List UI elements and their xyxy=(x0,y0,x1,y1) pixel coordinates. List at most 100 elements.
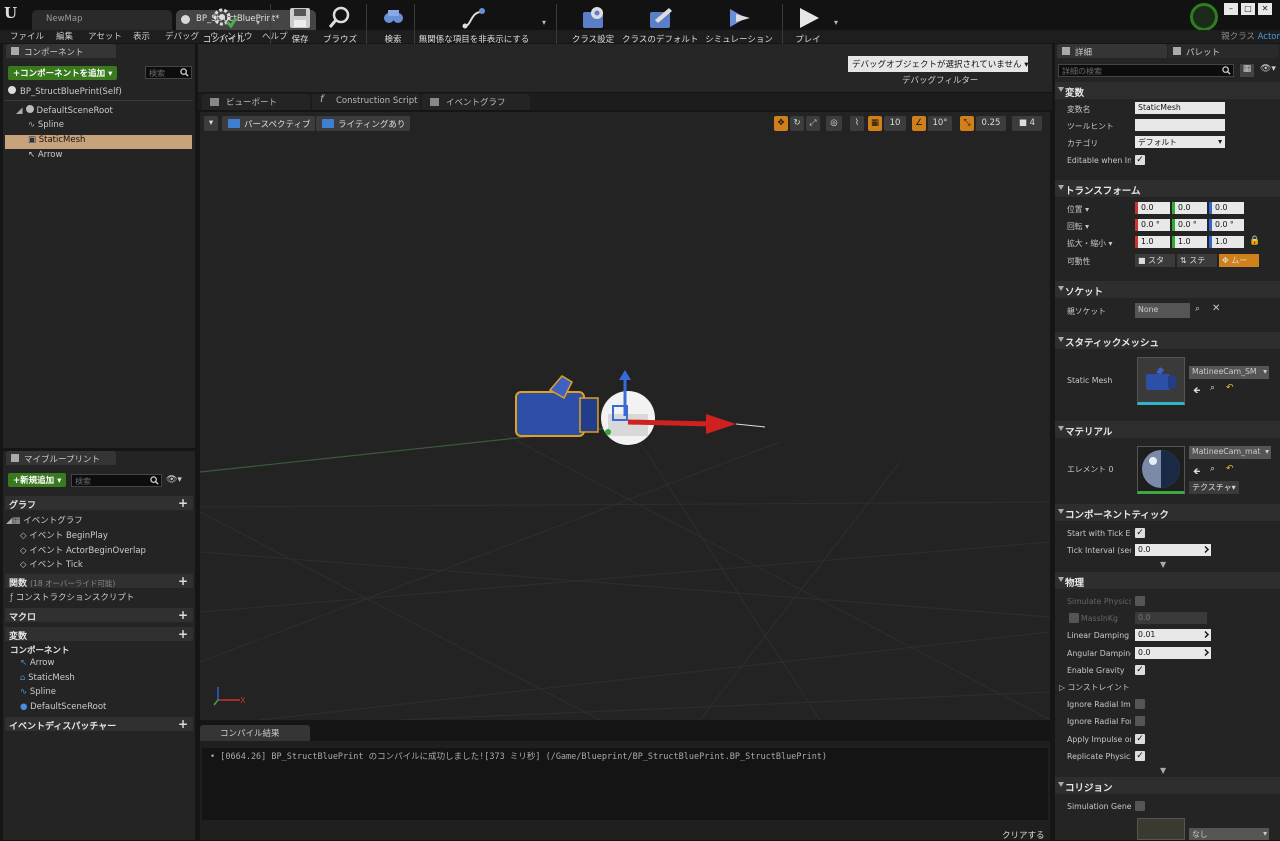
ignore-radial-force-checkbox[interactable] xyxy=(1135,716,1145,726)
components-tab[interactable]: コンポーネント xyxy=(6,44,116,58)
mass-override-checkbox[interactable] xyxy=(1069,613,1079,623)
editable-checkbox[interactable]: ✓ xyxy=(1135,155,1145,165)
hide-unrelated-button[interactable]: 無関係な項目を非表示にする xyxy=(418,0,530,48)
add-macro-icon[interactable]: + xyxy=(178,608,188,622)
menu-debug[interactable]: デバッグ xyxy=(165,30,199,42)
maximize-button[interactable]: □ xyxy=(1241,3,1255,15)
section-macros[interactable]: マクロ + xyxy=(5,608,193,623)
use-selected-icon[interactable]: 🡸 xyxy=(1193,464,1200,480)
mobility-stationary[interactable]: ⇅ ステ xyxy=(1177,254,1217,267)
static-mesh-thumbnail[interactable] xyxy=(1137,357,1185,405)
tooltip-field[interactable] xyxy=(1135,119,1225,131)
source-control-icon[interactable] xyxy=(1190,3,1218,31)
section-transform[interactable]: トランスフォーム xyxy=(1055,180,1280,197)
details-search-input[interactable]: 詳細の検索 xyxy=(1058,64,1234,77)
angular-damping-field[interactable]: 0.0 xyxy=(1135,647,1211,659)
play-options-dropdown[interactable]: ▾ xyxy=(834,18,838,27)
expand-advanced-icon[interactable]: ▼ xyxy=(1160,560,1166,569)
parent-socket-field[interactable]: None xyxy=(1135,303,1190,318)
section-collision[interactable]: コリジョン xyxy=(1055,777,1280,794)
section-event-dispatchers[interactable]: イベントディスパッチャー + xyxy=(5,717,193,732)
texture-dropdown[interactable]: テクスチャ▾ xyxy=(1189,481,1239,494)
location-y[interactable]: 0.0 xyxy=(1172,202,1207,214)
menu-view[interactable]: 表示 xyxy=(133,30,150,42)
rotation-snap-value[interactable]: 10° xyxy=(928,116,952,131)
blueprint-search-input[interactable]: 検索 xyxy=(71,474,162,487)
browse-asset-icon[interactable]: ⌕ xyxy=(1210,383,1215,393)
viewport[interactable]: X xyxy=(200,112,1050,720)
class-settings-button[interactable]: クラス設定 xyxy=(568,0,618,48)
add-dispatcher-icon[interactable]: + xyxy=(178,717,188,731)
static-mesh-select[interactable]: MatineeCam_SM ▾ xyxy=(1189,366,1269,379)
location-label[interactable]: 位置 ▾ xyxy=(1067,204,1131,215)
browse-socket-icon[interactable]: ⌕ xyxy=(1195,304,1200,314)
add-component-button[interactable]: +コンポーネントを追加 ▾ xyxy=(8,66,118,80)
location-x[interactable]: 0.0 xyxy=(1135,202,1170,214)
reset-icon[interactable]: ↶ xyxy=(1226,383,1234,393)
tab-newmap[interactable]: NewMap xyxy=(32,10,172,30)
start-with-tick-checkbox[interactable]: ✓ xyxy=(1135,528,1145,538)
add-graph-icon[interactable]: + xyxy=(178,496,188,510)
add-new-button[interactable]: +新規追加 ▾ xyxy=(8,473,67,487)
section-graphs[interactable]: グラフ + xyxy=(5,496,193,511)
section-functions[interactable]: 関数 (18 オーバーライド可能) + xyxy=(5,574,193,589)
apply-impulse-checkbox[interactable]: ✓ xyxy=(1135,734,1145,744)
component-item-defaultsceneroot[interactable]: ● DefaultSceneRoot xyxy=(20,702,106,712)
section-variable[interactable]: 変数 xyxy=(1055,82,1280,99)
add-variable-icon[interactable]: + xyxy=(178,627,188,641)
linear-damping-field[interactable]: 0.01 xyxy=(1135,629,1211,641)
material-select[interactable]: MatineeCam_mat ▾ xyxy=(1189,446,1271,459)
view-options-icon[interactable]: 👁▾ xyxy=(166,475,182,485)
tab-construction-script[interactable]: f Construction Script xyxy=(312,94,420,110)
expand-advanced-icon[interactable]: ▼ xyxy=(1160,766,1166,775)
tree-item-spline[interactable]: ∿ Spline xyxy=(28,120,192,134)
section-materials[interactable]: マテリアル xyxy=(1055,421,1280,438)
event-tick[interactable]: ◇ イベント Tick xyxy=(20,558,83,570)
rotation-z[interactable]: 0.0 ° xyxy=(1209,219,1244,231)
tree-item-defaultsceneroot[interactable]: ◢ DefaultSceneRoot xyxy=(16,105,192,119)
property-matrix-icon[interactable]: ▦ xyxy=(1240,64,1254,77)
location-z[interactable]: 0.0 xyxy=(1209,202,1244,214)
section-variables[interactable]: 変数 + xyxy=(5,627,193,642)
tab-event-graph[interactable]: イベントグラフ xyxy=(422,94,530,110)
tab-details[interactable]: 詳細 xyxy=(1057,44,1167,58)
play-button[interactable]: プレイ xyxy=(788,0,828,48)
compile-options-dropdown[interactable]: ▾ xyxy=(256,18,260,27)
use-selected-icon[interactable]: 🡸 xyxy=(1193,383,1200,399)
perspective-button[interactable]: パースペクティブ xyxy=(222,116,316,131)
rotation-label[interactable]: 回転 ▾ xyxy=(1067,221,1131,232)
close-button[interactable]: ✕ xyxy=(1258,3,1272,15)
tab-viewport[interactable]: ビューポート xyxy=(202,94,310,110)
event-graph-item[interactable]: ◢▦ イベントグラフ xyxy=(6,514,83,526)
class-defaults-button[interactable]: クラスのデフォルト xyxy=(622,0,698,48)
mobility-movable[interactable]: ✥ ムー xyxy=(1219,254,1259,267)
rotate-tool-icon[interactable]: ↻ xyxy=(790,116,804,131)
construction-script-item[interactable]: ƒ コンストラクションスクリプト xyxy=(10,591,134,603)
parent-class-link[interactable]: Actor xyxy=(1258,32,1280,42)
rotation-y[interactable]: 0.0 ° xyxy=(1172,219,1207,231)
scale-z[interactable]: 1.0 xyxy=(1209,236,1244,248)
translate-tool-icon[interactable]: ✥ xyxy=(774,116,788,131)
browse-asset-icon[interactable]: ⌕ xyxy=(1210,464,1215,474)
category-select[interactable]: デフォルト ▾ xyxy=(1135,136,1225,148)
component-item-arrow[interactable]: ↖ Arrow xyxy=(20,658,54,668)
replicate-physics-checkbox[interactable]: ✓ xyxy=(1135,751,1145,761)
rotation-x[interactable]: 0.0 ° xyxy=(1135,219,1170,231)
section-sockets[interactable]: ソケット xyxy=(1055,281,1280,298)
debug-object-select[interactable]: デバッグオブジェクトが選択されていません ▾ xyxy=(848,56,1028,72)
clear-socket-icon[interactable]: ✕ xyxy=(1212,303,1220,314)
scale-x[interactable]: 1.0 xyxy=(1135,236,1170,248)
camera-speed-button[interactable]: ■ 4 xyxy=(1012,116,1042,131)
myblueprint-tab[interactable]: マイブループリント xyxy=(6,451,116,465)
scale-snap-icon[interactable]: ⤡ xyxy=(960,116,974,131)
add-function-icon[interactable]: + xyxy=(178,574,188,588)
reset-icon[interactable]: ↶ xyxy=(1226,464,1234,474)
lock-icon[interactable]: 🔒 xyxy=(1249,236,1260,246)
material-thumbnail[interactable] xyxy=(1137,446,1185,494)
compile-button[interactable]: コンパイル xyxy=(200,0,248,48)
view-options-icon[interactable]: 👁▾ xyxy=(1260,64,1276,74)
var-name-field[interactable]: StaticMesh xyxy=(1135,102,1225,114)
menu-edit[interactable]: 編集 xyxy=(56,30,73,42)
clear-button[interactable]: クリアする xyxy=(1002,829,1045,841)
ignore-radial-impulse-checkbox[interactable] xyxy=(1135,699,1145,709)
